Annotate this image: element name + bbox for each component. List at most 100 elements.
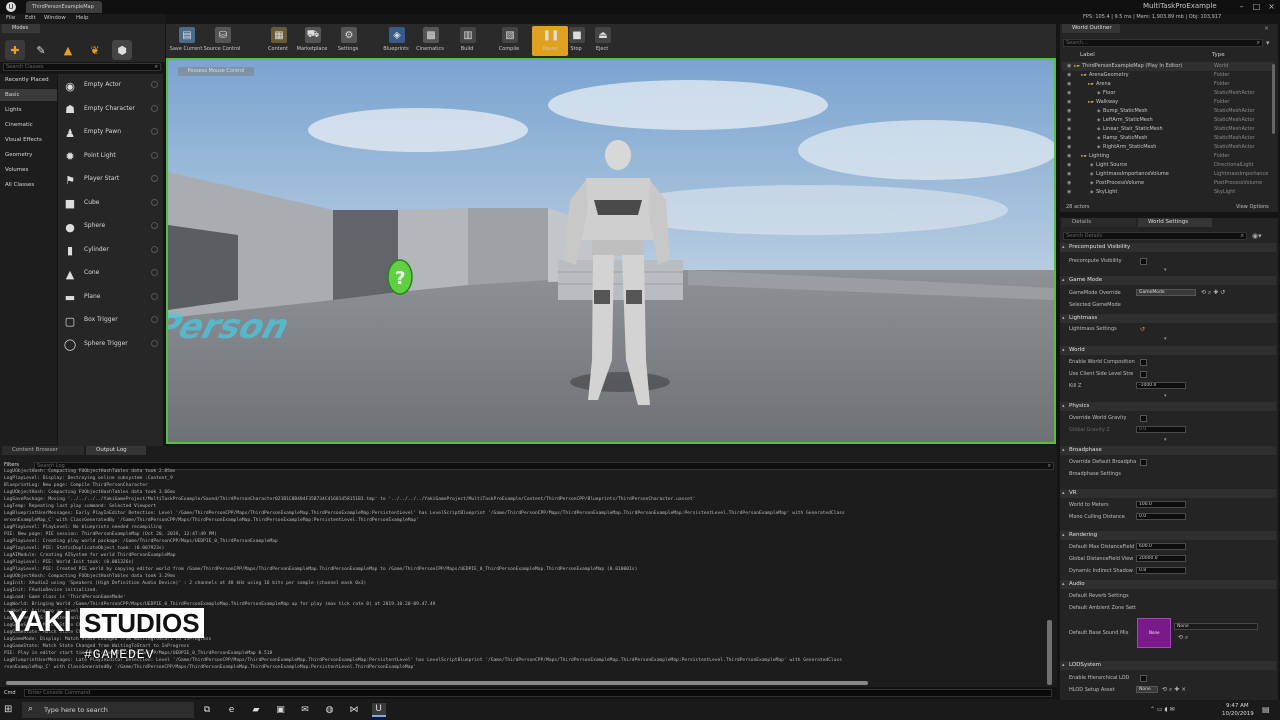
outliner-row[interactable]: ◉ LeftArm_StaticMesh ◆ StaticMeshActor — [1062, 116, 1274, 125]
view-options-button[interactable]: View Options — [1236, 204, 1269, 210]
override-broadphase-checkbox[interactable] — [1140, 459, 1147, 466]
landscape-mode-icon[interactable]: ▲ — [58, 40, 78, 60]
taskbar-search-box[interactable]: ⌕ Type here to search — [22, 702, 194, 718]
precompute-visibility-checkbox[interactable] — [1140, 258, 1147, 265]
category-basic[interactable]: Basic — [0, 89, 57, 101]
section-audio[interactable]: Audio — [1060, 580, 1276, 589]
outliner-row[interactable]: ◉ Floor ◆ StaticMeshActor — [1062, 89, 1274, 98]
section-vr[interactable]: VR — [1060, 489, 1276, 498]
visibility-eye-icon[interactable]: ◉ — [1067, 98, 1071, 107]
place-item[interactable]: ✹ Point Light — [58, 145, 163, 168]
kill-z-input[interactable]: -1000.0 — [1136, 382, 1186, 389]
section-lod-system[interactable]: LODSystem — [1060, 661, 1276, 670]
gamemode-asset-icons[interactable]: ⟲ ⌕ ✚ ↺ — [1201, 289, 1225, 297]
unreal-icon[interactable]: U — [371, 703, 386, 717]
category-all-classes[interactable]: All Classes — [0, 179, 57, 191]
info-icon[interactable] — [151, 151, 158, 159]
toolbar-compile-button[interactable]: ▧ Compile — [491, 26, 527, 56]
details-search-input[interactable]: Search Details ⌕ — [1063, 232, 1247, 240]
toolbar-settings-button[interactable]: ⚙ Settings — [330, 26, 366, 56]
tab-world-outliner[interactable]: World Outliner — [1062, 24, 1120, 33]
section-broadphase[interactable]: Broadphase — [1060, 446, 1276, 455]
visibility-eye-icon[interactable]: ◉ — [1067, 71, 1071, 80]
info-icon[interactable] — [151, 245, 158, 253]
advanced-expand-icon[interactable]: ▾ — [1164, 437, 1167, 443]
outliner-row[interactable]: ◉ SkyLight ◆ SkyLight — [1062, 188, 1274, 197]
place-item[interactable]: ♟ Empty Pawn — [58, 121, 163, 144]
mail-icon[interactable]: ✉ — [298, 703, 312, 717]
visibility-eye-icon[interactable]: ◉ — [1067, 107, 1071, 116]
paint-mode-icon[interactable]: ✎ — [31, 40, 51, 60]
outliner-tab-close-icon[interactable]: × — [1264, 25, 1269, 32]
override-gravity-checkbox[interactable] — [1140, 415, 1147, 422]
outliner-row[interactable]: ◉ Light Source ◆ DirectionalLight — [1062, 161, 1274, 170]
outliner-row[interactable]: ◉ Arena ▸▰ Folder — [1062, 80, 1274, 89]
outliner-row[interactable]: ◉ Linear_Stair_StaticMesh ◆ StaticMeshActor — [1062, 125, 1274, 134]
close-icon[interactable]: × — [1265, 1, 1278, 13]
place-item[interactable]: ▬ Plane — [58, 286, 163, 309]
sound-mix-thumbnail[interactable]: None — [1137, 618, 1171, 648]
outliner-row[interactable]: ◉ Bump_StaticMesh ◆ StaticMeshActor — [1062, 107, 1274, 116]
info-icon[interactable] — [151, 175, 158, 182]
toolbar-source-control-button[interactable]: ⛁ Source Control — [204, 26, 240, 56]
hlod-asset-icons[interactable]: ⟲ ⌕ ✚ × — [1162, 686, 1186, 694]
windows-start-icon[interactable]: ⊞ — [4, 704, 16, 716]
outliner-row[interactable]: ◉ PostProcessVolume ◆ PostProcessVolume — [1062, 179, 1274, 188]
hierarchical-lod-checkbox[interactable] — [1140, 675, 1147, 682]
visibility-eye-icon[interactable]: ◉ — [1067, 170, 1071, 179]
outliner-row[interactable]: ◉ RightArm_StaticMesh ◆ StaticMeshActor — [1062, 143, 1274, 152]
minimize-icon[interactable]: – — [1235, 1, 1248, 13]
advanced-expand-icon[interactable]: ▾ — [1164, 267, 1167, 273]
place-item[interactable]: ⚑ Player Start — [58, 168, 163, 191]
visibility-eye-icon[interactable]: ◉ — [1067, 143, 1071, 152]
info-icon[interactable] — [151, 269, 158, 276]
place-item[interactable]: ▮ Cylinder — [58, 239, 163, 262]
tab-output-log[interactable]: Output Log — [86, 446, 146, 455]
visual-studio-icon[interactable]: ⋈ — [347, 703, 361, 717]
info-icon[interactable] — [151, 128, 158, 135]
client-streaming-checkbox[interactable] — [1140, 371, 1147, 378]
mono-culling-input[interactable]: 0.0 — [1136, 513, 1186, 520]
place-item[interactable]: ◯ Sphere Trigger — [58, 333, 163, 356]
tray-icons[interactable]: ⌃ ▭ ◖ ✉ — [1150, 706, 1175, 713]
section-physics[interactable]: Physics — [1060, 402, 1276, 411]
outliner-search-input[interactable]: Search... ⌕ — [1063, 39, 1263, 47]
sound-mix-asset-icons[interactable]: ⟲ ⌕ — [1178, 634, 1188, 642]
visibility-eye-icon[interactable]: ◉ — [1067, 89, 1071, 98]
info-icon[interactable] — [151, 339, 158, 347]
cmd-dropdown[interactable]: Cmd — [4, 690, 16, 696]
menu-edit[interactable]: Edit — [25, 15, 36, 21]
reset-icon[interactable]: ↺ — [1140, 326, 1145, 333]
section-precomputed-visibility[interactable]: Precomputed Visibility — [1060, 243, 1276, 252]
outliner-row[interactable]: ◉ Walkway ▸▰ Folder — [1062, 98, 1274, 107]
tab-world-settings[interactable]: World Settings — [1138, 218, 1212, 227]
search-classes-input[interactable]: Search Classes ⌕ — [3, 63, 161, 71]
file-explorer-icon[interactable]: ▰ — [249, 703, 263, 717]
details-view-icon[interactable]: ◉▾ — [1252, 232, 1262, 240]
info-icon[interactable] — [151, 81, 158, 88]
visibility-eye-icon[interactable]: ◉ — [1067, 152, 1071, 161]
place-item[interactable]: ■ Cube — [58, 192, 163, 215]
clock-time[interactable]: 9:47 AM — [1226, 703, 1249, 709]
max-distance-field-input[interactable]: 600.0 — [1136, 543, 1186, 550]
category-lights[interactable]: Lights — [0, 104, 57, 116]
modes-tab[interactable]: Modes — [2, 24, 40, 33]
col-header-type[interactable]: Type — [1212, 52, 1225, 58]
category-cinematic[interactable]: Cinematic — [0, 119, 57, 131]
advanced-expand-icon[interactable]: ▾ — [1164, 393, 1167, 399]
visibility-eye-icon[interactable]: ◉ — [1067, 134, 1071, 143]
section-lightmass[interactable]: Lightmass — [1060, 314, 1276, 323]
tab-content-browser[interactable]: Content Browser — [2, 446, 84, 455]
visibility-eye-icon[interactable]: ◉ — [1067, 188, 1071, 197]
visibility-eye-icon[interactable]: ◉ — [1067, 125, 1071, 134]
log-horizontal-scrollbar[interactable] — [6, 681, 868, 685]
place-mode-icon[interactable]: ✚ — [5, 40, 25, 60]
console-command-input[interactable]: Enter Console Command — [24, 689, 1052, 697]
maximize-icon[interactable]: □ — [1250, 1, 1263, 13]
chrome-icon[interactable]: ◍ — [323, 703, 337, 717]
tab-details[interactable]: Details — [1062, 218, 1136, 227]
info-icon[interactable] — [151, 316, 158, 323]
category-recently-placed[interactable]: Recently Placed — [0, 74, 57, 86]
info-icon[interactable] — [151, 292, 158, 300]
info-icon[interactable] — [151, 222, 158, 229]
